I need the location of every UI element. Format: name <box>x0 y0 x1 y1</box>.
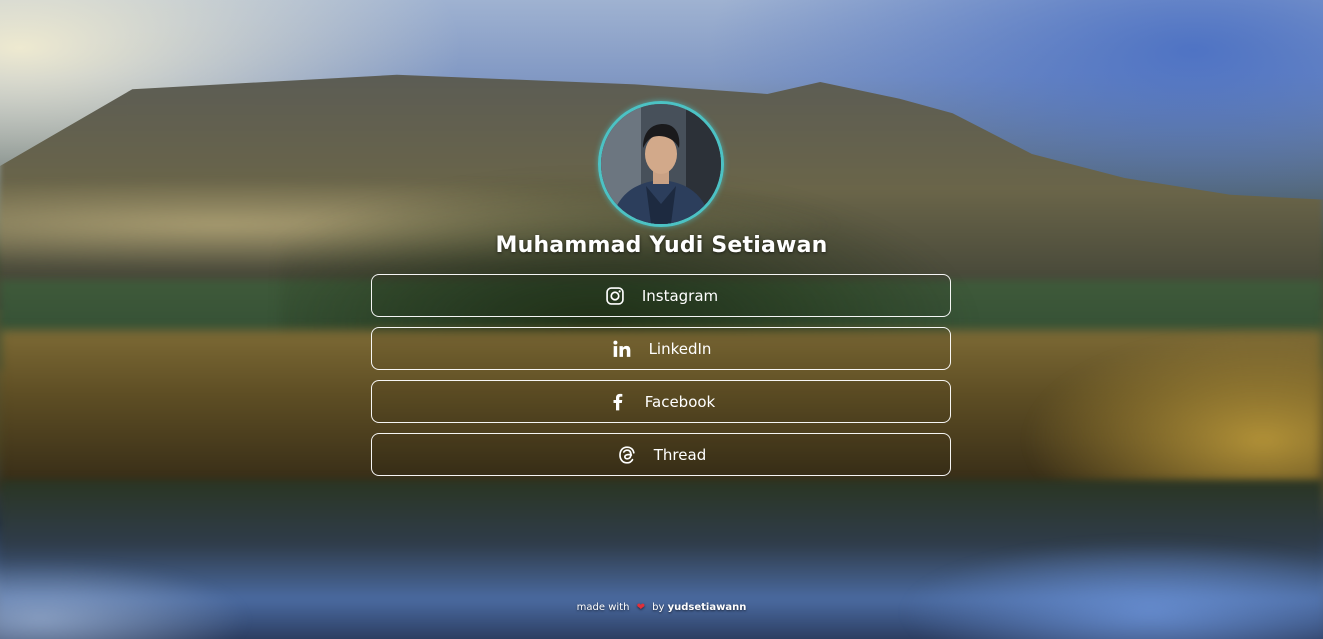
facebook-icon <box>607 391 629 413</box>
threads-icon <box>616 444 638 466</box>
profile-name: Muhammad Yudi Setiawan <box>495 233 828 258</box>
avatar <box>598 101 724 227</box>
threads-link-button[interactable]: Thread <box>371 433 951 476</box>
linkedin-icon <box>611 338 633 360</box>
footer-author-link[interactable]: yudsetiawann <box>668 602 747 613</box>
facebook-link-button[interactable]: Facebook <box>371 380 951 423</box>
linkedin-link-label: LinkedIn <box>648 339 712 358</box>
link-list: Instagram LinkedIn Facebook Thread <box>371 274 951 486</box>
heart-icon: ❤ <box>636 602 645 613</box>
avatar-portrait <box>601 104 721 224</box>
facebook-link-label: Facebook <box>644 392 716 411</box>
footer-credit: made with ❤ by yudsetiawann <box>0 602 1323 613</box>
threads-link-label: Thread <box>653 445 707 464</box>
instagram-link-label: Instagram <box>641 286 719 305</box>
instagram-icon <box>604 285 626 307</box>
footer-by: by <box>652 602 665 613</box>
instagram-link-button[interactable]: Instagram <box>371 274 951 317</box>
profile-page: Muhammad Yudi Setiawan Instagram LinkedI… <box>0 0 1323 639</box>
linkedin-link-button[interactable]: LinkedIn <box>371 327 951 370</box>
footer-made-with: made with <box>576 602 630 613</box>
